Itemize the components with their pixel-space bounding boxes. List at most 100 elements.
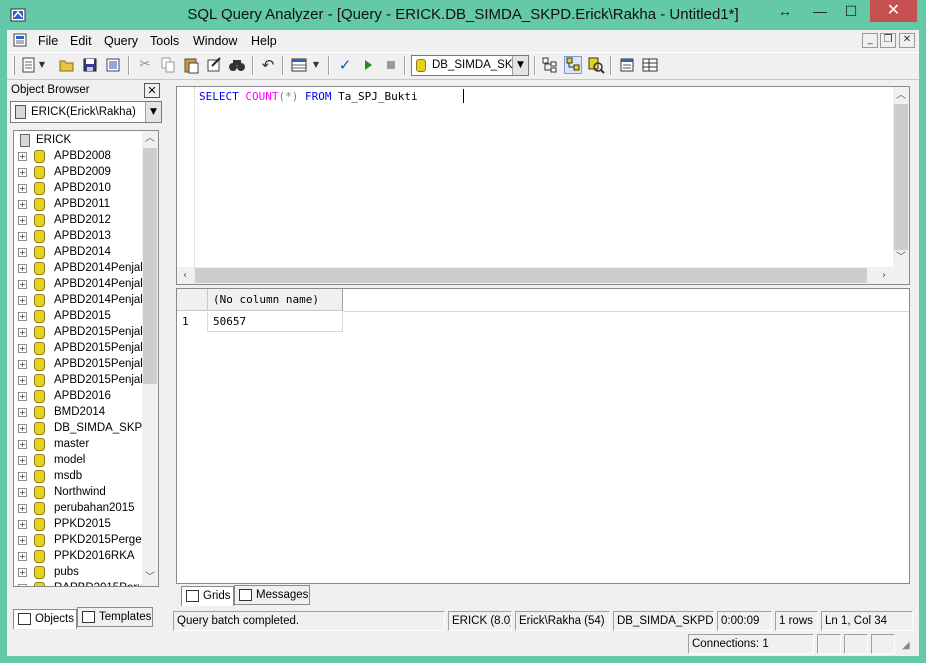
expand-icon[interactable]: + [18,344,27,353]
tree-item-database[interactable]: + APBD2014Penjaba [14,277,144,293]
menu-tools[interactable]: Tools [150,34,179,48]
menu-edit[interactable]: Edit [70,34,92,48]
clear-icon[interactable] [205,56,223,74]
copy-icon[interactable] [159,56,177,74]
tree-item-database[interactable]: + perubahan2015 [14,501,144,517]
minimize-button[interactable]: — [805,0,835,22]
scroll-down-icon[interactable]: ﹀ [142,570,158,586]
chevron-down-icon[interactable]: ▼ [312,56,320,74]
tab-messages[interactable]: Messages [234,585,310,605]
tab-templates[interactable]: Templates [77,607,153,627]
mdi-close-button[interactable]: ✕ [899,33,915,48]
tree-item-database[interactable]: + APBD2015Penjaba [14,357,144,373]
tree-item-database[interactable]: + PPKD2015Pergese [14,533,144,549]
results-column-header[interactable]: (No column name) [208,289,343,311]
database-select[interactable]: DB_SIMDA_SKI ▼ [411,55,529,76]
save-icon[interactable] [81,56,99,74]
expand-icon[interactable]: + [18,328,27,337]
tree-item-database[interactable]: + PPKD2015 [14,517,144,533]
tree-item-database[interactable]: + APBD2014 [14,245,144,261]
server-select[interactable]: ERICK(Erick\Rakha) ▼ [10,101,162,123]
expand-icon[interactable]: + [18,552,27,561]
maximize-button[interactable]: ☐ [836,0,866,22]
expand-icon[interactable]: + [18,152,27,161]
tab-grids[interactable]: Grids [181,586,234,606]
mdi-restore-button[interactable]: ❐ [880,33,896,48]
mdi-doc-icon[interactable] [13,33,27,47]
load-icon[interactable] [104,56,122,74]
expand-icon[interactable]: + [18,216,27,225]
results-mode-icon[interactable] [290,56,308,74]
expand-icon[interactable]: + [18,392,27,401]
scroll-left-icon[interactable]: ‹ [177,268,193,284]
results-pane-icon[interactable] [641,56,659,74]
resize-grip-icon[interactable]: ◢ [902,640,916,654]
expand-icon[interactable]: + [18,408,27,417]
editor-vertical-scroll-thumb[interactable] [894,104,908,250]
expand-icon[interactable]: + [18,296,27,305]
expand-icon[interactable]: + [18,456,27,465]
object-browser-close-button[interactable]: ✕ [144,83,160,98]
tree-item-database[interactable]: + BMD2014 [14,405,144,421]
tree-item-database[interactable]: + Northwind [14,485,144,501]
scroll-down-icon[interactable]: ﹀ [893,250,909,266]
tree-item-database[interactable]: + master [14,437,144,453]
index-tuning-icon[interactable] [587,56,605,74]
expand-icon[interactable]: + [18,264,27,273]
expand-icon[interactable]: + [18,520,27,529]
tree-item-database[interactable]: + APBD2016 [14,389,144,405]
expand-icon[interactable]: + [18,584,27,586]
cancel-icon[interactable] [382,56,400,74]
tree-item-database[interactable]: + model [14,453,144,469]
scroll-right-icon[interactable]: › [876,268,892,284]
execute-icon[interactable] [359,56,377,74]
expand-icon[interactable]: + [18,376,27,385]
tree-item-database[interactable]: + APBD2014Penjaba [14,261,144,277]
close-button[interactable]: ✕ [870,0,917,22]
expand-icon[interactable]: + [18,472,27,481]
results-cell[interactable]: 50657 [208,312,343,332]
chevron-down-icon[interactable]: ▼ [38,56,46,74]
object-browser-icon[interactable] [541,56,559,74]
expand-icon[interactable]: + [18,312,27,321]
object-tree[interactable]: ERICK + APBD2008 + APBD2009 + APBD2010 + APBD20… [13,130,159,587]
tab-objects[interactable]: Objects [13,609,77,629]
menu-help[interactable]: Help [251,34,277,48]
parse-icon[interactable]: ✓ [336,56,354,74]
expand-icon[interactable]: + [18,424,27,433]
tree-item-database[interactable]: + APBD2009 [14,165,144,181]
tree-item-database[interactable]: + APBD2010 [14,181,144,197]
tree-item-database[interactable]: + APBD2013 [14,229,144,245]
expand-icon[interactable]: + [18,360,27,369]
chevron-down-icon[interactable]: ▼ [145,102,161,122]
sql-text[interactable]: SELECT COUNT(*) FROM Ta_SPJ_Bukti [199,90,418,103]
tree-item-database[interactable]: + pubs [14,565,144,581]
scroll-up-icon[interactable]: ︿ [893,88,909,104]
expand-icon[interactable]: + [18,568,27,577]
expand-icon[interactable]: + [18,168,27,177]
expand-icon[interactable]: + [18,488,27,497]
expand-icon[interactable]: + [18,200,27,209]
title-bar[interactable]: SQL Query Analyzer - [Query - ERICK.DB_S… [0,0,926,30]
resize-icon[interactable]: ↔ [776,0,794,22]
tree-root-server[interactable]: ERICK [14,133,144,149]
expand-icon[interactable]: + [18,232,27,241]
expand-icon[interactable]: + [18,280,27,289]
menu-query[interactable]: Query [104,34,138,48]
expand-icon[interactable]: + [18,504,27,513]
tree-item-database[interactable]: + APBD2012 [14,213,144,229]
menu-file[interactable]: File [38,34,58,48]
expand-icon[interactable]: + [18,536,27,545]
expand-icon[interactable]: + [18,184,27,193]
menu-window[interactable]: Window [193,34,237,48]
results-grid[interactable] [176,288,910,584]
object-tree-scroll-thumb[interactable] [143,148,157,384]
open-icon[interactable] [58,56,76,74]
tree-item-database[interactable]: + APBD2011 [14,197,144,213]
tree-item-database[interactable]: + APBD2015Penjaba [14,325,144,341]
cut-icon[interactable]: ✂ [136,56,154,74]
expand-icon[interactable]: + [18,248,27,257]
tree-item-database[interactable]: + msdb [14,469,144,485]
properties-icon[interactable] [618,56,636,74]
results-row-number[interactable]: 1 [177,312,208,332]
